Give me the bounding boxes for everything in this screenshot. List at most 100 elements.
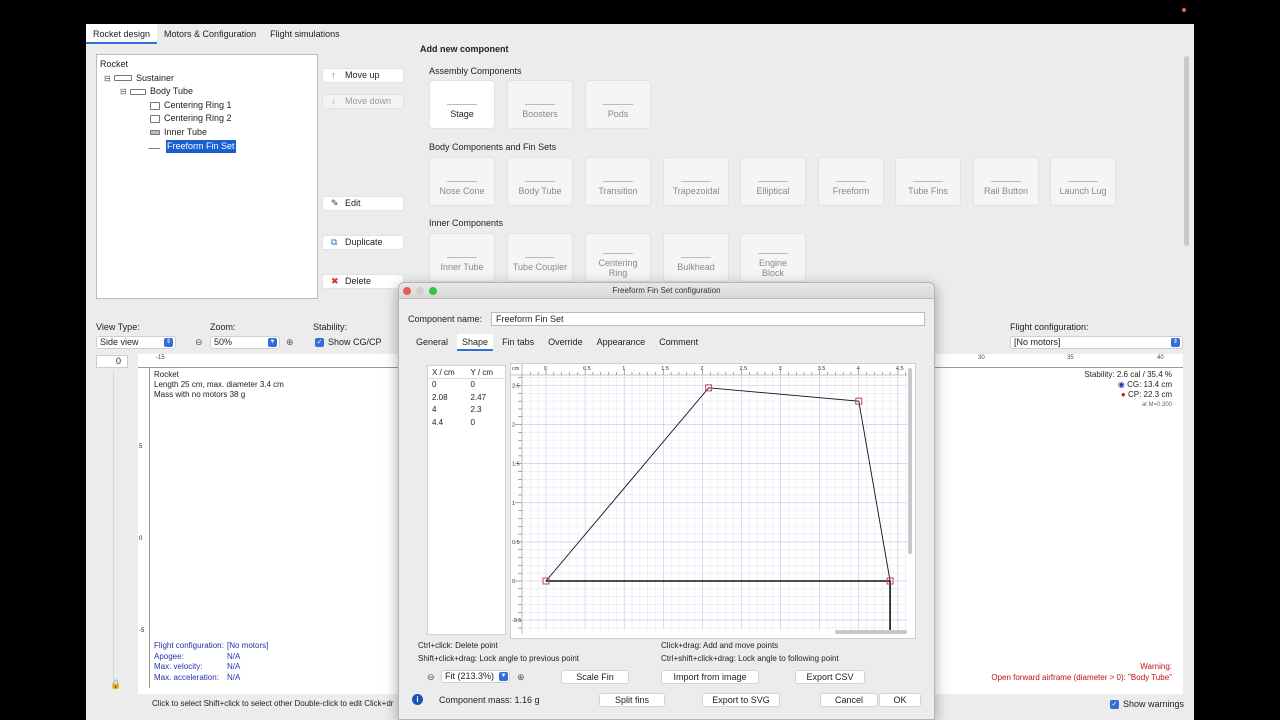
flight-info-value: N/A — [227, 651, 241, 661]
tree-item-sustainer[interactable]: ⊟ Sustainer — [100, 72, 314, 86]
body-components-title: Body Components and Fin Sets — [429, 142, 557, 152]
move-down-button[interactable]: ↓ Move down — [322, 94, 404, 109]
transition-button[interactable]: Transition — [585, 157, 651, 206]
table-row[interactable]: 00 — [428, 379, 505, 392]
component-name-input[interactable]: Freeform Fin Set — [491, 312, 925, 326]
tree-item-freeform-fin-set[interactable]: Freeform Fin Set — [100, 139, 314, 154]
tab-comment[interactable]: Comment — [654, 334, 703, 351]
warning-panel: Warning: Open forward airframe (diameter… — [991, 662, 1172, 683]
split-fins-button[interactable]: Split fins — [599, 693, 665, 707]
fin-points-table[interactable]: X / cm Y / cm 00 2.08 2.47 4 2.3 4.4 0 — [427, 365, 506, 635]
flight-info-key: Max. acceleration: — [154, 672, 219, 682]
collapse-icon[interactable]: ⊟ — [120, 85, 130, 99]
cell-x[interactable]: 0 — [428, 379, 467, 392]
stage-button[interactable]: Stage — [429, 80, 495, 129]
editor-h-scrollbar[interactable] — [835, 630, 907, 634]
tab-override[interactable]: Override — [543, 334, 588, 351]
cell-y[interactable]: 2.3 — [467, 404, 506, 417]
table-row[interactable]: 2.08 2.47 — [428, 392, 505, 405]
editor-zoom-in-icon[interactable]: ⊕ — [517, 672, 525, 683]
flight-info-value: N/A — [227, 662, 241, 671]
cell-y[interactable]: 2.47 — [467, 392, 506, 405]
tree-item-centering-ring-2[interactable]: Centering Ring 2 — [100, 112, 314, 126]
rotation-slider-track[interactable] — [113, 370, 114, 680]
tab-shape[interactable]: Shape — [457, 334, 494, 351]
maximize-window-icon[interactable] — [429, 287, 437, 295]
show-warnings-checkbox[interactable]: ✓ Show warnings — [1109, 699, 1184, 709]
tree-item-centering-ring-1[interactable]: Centering Ring 1 — [100, 99, 314, 113]
tab-motors-configuration[interactable]: Motors & Configuration — [157, 24, 263, 44]
cell-x[interactable]: 2.08 — [428, 392, 467, 405]
editor-v-scrollbar[interactable] — [908, 368, 912, 554]
boosters-button[interactable]: Boosters — [507, 80, 573, 129]
add-component-title: Add new component — [420, 44, 509, 54]
table-row[interactable]: 4 2.3 — [428, 404, 505, 417]
tree-root[interactable]: Rocket — [100, 58, 314, 72]
delete-button[interactable]: ✖ Delete — [322, 274, 404, 289]
add-panel-scrollbar[interactable] — [1184, 56, 1189, 246]
dialog-titlebar[interactable]: Freeform Fin Set configuration — [399, 283, 934, 299]
move-up-button[interactable]: ↑ Move up — [322, 68, 404, 83]
tree-item-body-tube[interactable]: ⊟ Body Tube — [100, 85, 314, 99]
collapse-icon[interactable]: ⊟ — [104, 72, 114, 86]
view-type-select[interactable]: Side view ⇕ — [96, 336, 176, 349]
bulkhead-button[interactable]: Bulkhead — [663, 233, 729, 282]
centering-ring-button[interactable]: Centering Ring — [585, 233, 651, 282]
tab-fin-tabs[interactable]: Fin tabs — [497, 334, 539, 351]
centering-ring-icon — [150, 115, 160, 124]
rail-button-button[interactable]: Rail Button — [973, 157, 1039, 206]
export-svg-button[interactable]: Export to SVG — [702, 693, 780, 707]
engine-block-label: Engine Block — [758, 258, 788, 278]
fin-shape-editor[interactable]: 0 0.5 1 1.5 2 2.5 3 3.5 4 4.5 cm 2.5 2 1.5 1 0.5 0 -0.5 — [510, 363, 916, 639]
nose-cone-button[interactable]: Nose Cone — [429, 157, 495, 206]
tab-general[interactable]: General — [411, 334, 453, 351]
table-row[interactable]: 4.4 0 — [428, 417, 505, 430]
export-csv-button[interactable]: Export CSV — [795, 670, 865, 684]
tab-rocket-design[interactable]: Rocket design — [86, 24, 158, 44]
show-cgcp-checkbox[interactable]: ✓ Show CG/CP — [315, 337, 382, 347]
elliptical-button[interactable]: Elliptical — [740, 157, 806, 206]
delete-x-icon: ✖ — [331, 276, 339, 286]
duplicate-button[interactable]: ⧉ Duplicate — [322, 235, 404, 250]
editor-zoom-select[interactable]: Fit (213.3%) ▼ — [441, 670, 510, 683]
scale-fin-button[interactable]: Scale Fin — [561, 670, 629, 684]
cell-y[interactable]: 0 — [467, 417, 506, 430]
tab-appearance[interactable]: Appearance — [592, 334, 651, 351]
tube-fins-button[interactable]: Tube Fins — [895, 157, 961, 206]
close-window-icon[interactable] — [403, 287, 411, 295]
engine-block-button[interactable]: Engine Block — [740, 233, 806, 282]
ok-button[interactable]: OK — [879, 693, 921, 707]
zoom-out-icon[interactable]: ⊖ — [195, 337, 203, 348]
tree-item-label: Inner Tube — [164, 126, 208, 137]
flight-config-select[interactable]: [No motors] ⇕ — [1010, 336, 1183, 349]
cell-x[interactable]: 4.4 — [428, 417, 467, 430]
edit-button[interactable]: ✎ Edit — [322, 196, 404, 211]
dialog-title: Freeform Fin Set configuration — [612, 286, 721, 295]
y-tick-label: 1 — [512, 501, 515, 507]
component-tree[interactable]: Rocket ⊟ Sustainer ⊟ Body Tube Centering… — [96, 54, 318, 299]
chevron-down-icon: ▼ — [268, 338, 277, 347]
fin-shape-canvas[interactable]: 0 0.5 1 1.5 2 2.5 3 3.5 4 4.5 cm 2.5 2 1.5 1 0.5 0 -0.5 — [511, 364, 915, 638]
launch-lug-button[interactable]: Launch Lug — [1050, 157, 1116, 206]
zoom-in-icon[interactable]: ⊕ — [286, 337, 294, 348]
pods-button[interactable]: Pods — [585, 80, 651, 129]
inner-tube-button[interactable]: Inner Tube — [429, 233, 495, 282]
cancel-button[interactable]: Cancel — [820, 693, 878, 707]
tab-flight-simulations[interactable]: Flight simulations — [263, 24, 347, 44]
cell-x[interactable]: 4 — [428, 404, 467, 417]
trapezoidal-button[interactable]: Trapezoidal — [663, 157, 729, 206]
editor-zoom-out-icon[interactable]: ⊖ — [427, 672, 435, 683]
tree-item-inner-tube[interactable]: Inner Tube — [100, 126, 314, 140]
cell-y[interactable]: 0 — [467, 379, 506, 392]
lock-icon[interactable]: 🔒 — [110, 679, 121, 690]
zoom-select[interactable]: 50% ▼ — [210, 336, 280, 349]
rotation-spinner[interactable]: 0 — [96, 355, 128, 368]
tube-coupler-button[interactable]: Tube Coupler — [507, 233, 573, 282]
tree-item-label: Centering Ring 1 — [164, 99, 232, 110]
import-from-image-button[interactable]: Import from image — [661, 670, 759, 684]
body-tube-button[interactable]: Body Tube — [507, 157, 573, 206]
cg-row: ◉ CG: 13.4 cm — [1084, 380, 1172, 390]
bulkhead-label: Bulkhead — [677, 262, 715, 272]
minimize-window-icon[interactable] — [416, 287, 424, 295]
freeform-button[interactable]: Freeform — [818, 157, 884, 206]
